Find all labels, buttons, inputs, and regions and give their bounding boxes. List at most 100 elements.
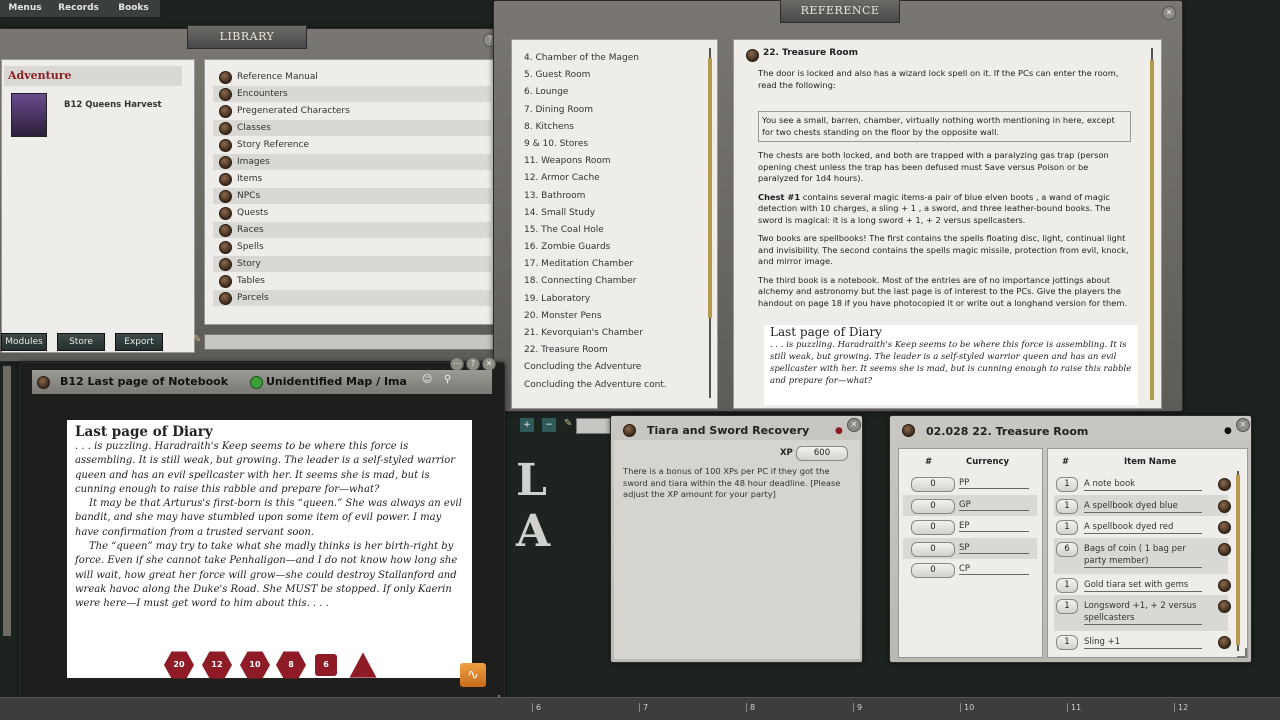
- item-link-icon[interactable]: [1218, 542, 1231, 556]
- item-name-field[interactable]: Gold tiara set with gems: [1084, 579, 1202, 592]
- item-name-field[interactable]: A spellbook dyed blue: [1084, 500, 1202, 513]
- item-link-icon[interactable]: [1218, 600, 1231, 613]
- library-item[interactable]: Encounters: [213, 86, 491, 102]
- quest-link-icon[interactable]: [623, 424, 636, 437]
- reference-index-item[interactable]: 4. Chamber of the Magen: [512, 50, 717, 67]
- reference-index-item[interactable]: 17. Meditation Chamber: [512, 256, 717, 273]
- reference-close-button[interactable]: ✕: [1162, 6, 1176, 20]
- item-qty-field[interactable]: 1: [1056, 520, 1078, 535]
- tab-records[interactable]: Records: [50, 0, 108, 17]
- tab-menus[interactable]: Menus: [0, 0, 51, 17]
- add-button[interactable]: +: [520, 418, 534, 432]
- library-item[interactable]: Races: [213, 222, 491, 238]
- currency-qty-field[interactable]: 0: [911, 563, 955, 578]
- item-name-field[interactable]: Bags of coin ( 1 bag per party member): [1084, 543, 1202, 568]
- d20-die[interactable]: 20: [164, 651, 194, 679]
- treasure-close-button[interactable]: ✕: [1236, 418, 1250, 432]
- index-scroll-thumb[interactable]: [708, 58, 712, 318]
- link-icon[interactable]: [746, 49, 759, 62]
- library-filter-input[interactable]: [204, 334, 500, 350]
- share-icon[interactable]: ☺: [422, 374, 432, 385]
- reference-index-item[interactable]: 5. Guest Room: [512, 67, 717, 84]
- remove-button[interactable]: −: [542, 418, 556, 432]
- treasure-link-icon[interactable]: [902, 424, 915, 437]
- currency-qty-field[interactable]: 0: [911, 498, 955, 514]
- treasure-lock-icon[interactable]: ●: [1224, 426, 1232, 436]
- reference-index-item[interactable]: 22. Treasure Room: [512, 342, 717, 359]
- currency-name-field[interactable]: GP: [959, 500, 1029, 511]
- xp-field[interactable]: 600: [796, 446, 848, 461]
- reference-index-item[interactable]: 20. Monster Pens: [512, 308, 717, 325]
- export-button[interactable]: Export: [115, 333, 163, 351]
- quest-close-button[interactable]: ✕: [847, 418, 861, 432]
- currency-qty-field[interactable]: 0: [911, 520, 955, 535]
- notebook-close-button[interactable]: ✕: [482, 357, 496, 371]
- search-icon[interactable]: ✎: [193, 334, 201, 348]
- item-name-field[interactable]: Sling +1: [1084, 636, 1202, 649]
- currency-name-field[interactable]: EP: [959, 521, 1029, 532]
- item-name-field[interactable]: A spellbook dyed red: [1084, 521, 1202, 534]
- item-link-icon[interactable]: [1218, 499, 1231, 513]
- quest-lock-icon[interactable]: ●: [835, 426, 843, 436]
- search-icon[interactable]: ✎: [564, 418, 572, 432]
- reference-filter-input[interactable]: [576, 418, 614, 434]
- items-scroll-thumb[interactable]: [1236, 475, 1240, 645]
- item-qty-field[interactable]: 1: [1056, 577, 1078, 593]
- d10-die[interactable]: 10: [240, 651, 270, 679]
- reference-index-item[interactable]: 18. Connecting Chamber: [512, 273, 717, 290]
- reference-index-item[interactable]: 16. Zombie Guards: [512, 239, 717, 256]
- currency-name-field[interactable]: PP: [959, 478, 1029, 489]
- library-item[interactable]: Items: [213, 171, 491, 187]
- reference-index-item[interactable]: 8. Kitchens: [512, 119, 717, 136]
- d8-die[interactable]: 8: [276, 651, 306, 679]
- item-qty-field[interactable]: 1: [1056, 477, 1078, 492]
- item-link-icon[interactable]: [1218, 636, 1231, 649]
- library-item[interactable]: Tables: [213, 273, 491, 289]
- reference-index-item[interactable]: Concluding the Adventure cont.: [512, 377, 717, 394]
- library-item[interactable]: Story Reference: [213, 137, 491, 153]
- reference-index-item[interactable]: 12. Armor Cache: [512, 170, 717, 187]
- reference-index-item[interactable]: 9 & 10. Stores: [512, 136, 717, 153]
- item-name-field[interactable]: Longsword +1, + 2 versus spellcasters: [1084, 600, 1202, 625]
- item-link-icon[interactable]: [1218, 578, 1231, 592]
- item-qty-field[interactable]: 1: [1056, 599, 1078, 614]
- library-item[interactable]: Spells: [213, 239, 491, 255]
- reference-index-item[interactable]: 13. Bathroom: [512, 188, 717, 205]
- reference-index-item[interactable]: Concluding the Adventure: [512, 359, 717, 376]
- tab-unidentified-map[interactable]: Unidentified Map / Ima: [266, 375, 407, 388]
- gm-action-icon[interactable]: ∿: [460, 663, 486, 687]
- d6-die[interactable]: 6: [315, 654, 337, 676]
- library-item[interactable]: Reference Manual: [213, 69, 491, 85]
- currency-qty-field[interactable]: 0: [911, 477, 955, 492]
- reference-index-item[interactable]: 7. Dining Room: [512, 102, 717, 119]
- currency-name-field[interactable]: CP: [959, 564, 1029, 575]
- d4-die[interactable]: [349, 652, 377, 678]
- item-qty-field[interactable]: 1: [1056, 498, 1078, 514]
- tab-books[interactable]: Books: [107, 0, 161, 17]
- treasure-resize-handle[interactable]: [1237, 648, 1247, 658]
- d12-die[interactable]: 12: [202, 651, 232, 679]
- item-qty-field[interactable]: 1: [1056, 635, 1078, 650]
- page-scroll-thumb[interactable]: [1150, 60, 1154, 400]
- reference-index-item[interactable]: 21. Kevorquian's Chamber: [512, 325, 717, 342]
- reference-index-item[interactable]: 19. Laboratory: [512, 291, 717, 308]
- library-item[interactable]: Quests: [213, 205, 491, 221]
- store-button[interactable]: Store: [57, 333, 105, 351]
- module-entry[interactable]: B12 Queens Harvest: [2, 90, 194, 138]
- lock-icon[interactable]: ⚲: [444, 374, 451, 385]
- modules-button[interactable]: Modules: [1, 333, 47, 351]
- reference-index-item[interactable]: 15. The Coal Hole: [512, 222, 717, 239]
- item-link-icon[interactable]: [1218, 478, 1231, 491]
- notebook-help-button[interactable]: ?: [466, 357, 480, 371]
- library-item[interactable]: Images: [213, 154, 491, 170]
- currency-name-field[interactable]: SP: [959, 543, 1029, 554]
- library-item[interactable]: NPCs: [213, 188, 491, 204]
- side-scrollbar[interactable]: [3, 366, 11, 636]
- item-name-field[interactable]: A note book: [1084, 478, 1202, 491]
- reference-index-item[interactable]: 14. Small Study: [512, 205, 717, 222]
- library-item[interactable]: Classes: [213, 120, 491, 136]
- item-qty-field[interactable]: 6: [1056, 541, 1078, 557]
- library-item[interactable]: Parcels: [213, 290, 491, 306]
- notebook-link-icon[interactable]: [37, 376, 50, 389]
- library-item[interactable]: Story: [213, 256, 491, 272]
